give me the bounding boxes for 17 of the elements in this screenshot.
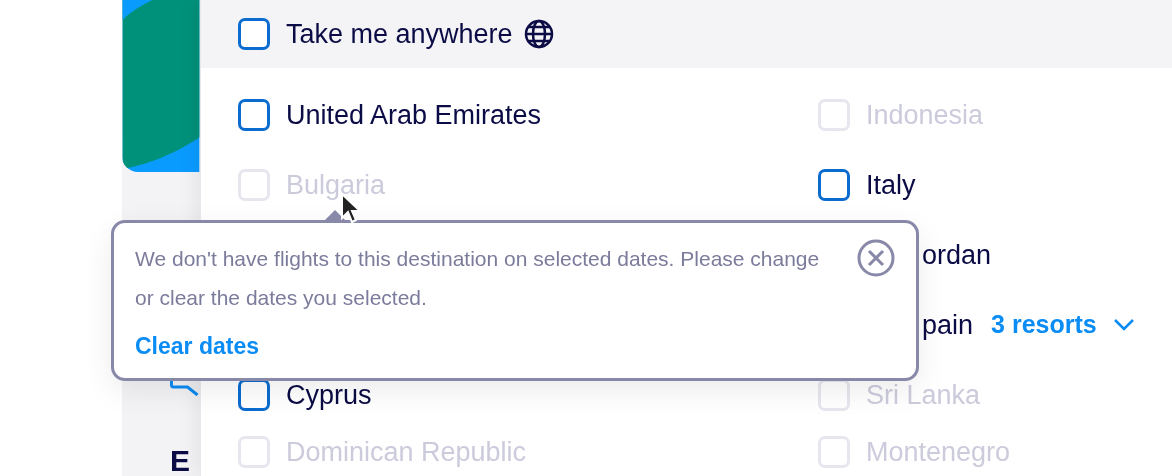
checkbox[interactable] [238, 18, 270, 50]
country-label: Cyprus [286, 378, 372, 412]
country-label: Italy [866, 168, 916, 202]
checkbox[interactable] [238, 99, 270, 131]
checkbox[interactable] [238, 379, 270, 411]
country-label: pain [922, 308, 974, 342]
section-heading: E [170, 446, 191, 476]
tooltip-message: We don't have flights to this destination on selected dates. Please change or clear the dates you selected. [135, 246, 821, 311]
globe-icon [522, 18, 555, 50]
checkbox[interactable] [818, 169, 850, 201]
clear-dates-link[interactable]: Clear dates [135, 329, 259, 364]
country-label: ordan [922, 238, 992, 272]
chevron-down-icon [1112, 318, 1135, 332]
resorts-link[interactable]: 3 resorts [991, 306, 1135, 344]
anywhere-label: Take me anywhere [286, 17, 513, 51]
close-icon[interactable] [856, 238, 896, 278]
country-label: United Arab Emirates [286, 98, 542, 132]
